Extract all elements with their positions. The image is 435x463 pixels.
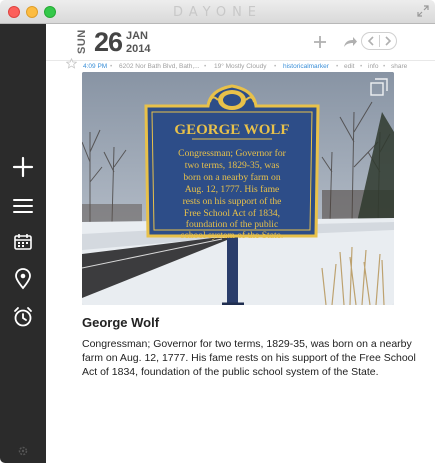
entry-body-text[interactable]: Congressman; Governor for two terms, 182… — [82, 337, 417, 379]
sign-line: Congressman; Governor for — [178, 148, 286, 159]
location-pin-icon — [15, 268, 31, 290]
sidebar — [0, 24, 46, 463]
day-of-week: SUN — [76, 29, 88, 54]
map-view-button[interactable] — [10, 266, 36, 292]
entry-weather: 19° Mostly Cloudy — [214, 63, 267, 70]
app-window: DAYONE SUN 26 JAN 2014 4:09 PM • 6202 No… — [0, 0, 435, 463]
fullscreen-icon[interactable] — [417, 5, 429, 17]
alarm-clock-icon — [14, 307, 32, 327]
expand-photo-icon[interactable] — [370, 78, 388, 96]
reminders-button[interactable] — [10, 304, 36, 330]
app-title: DAYONE — [172, 5, 263, 20]
list-view-button[interactable] — [10, 193, 36, 219]
sign-title: GEORGE WOLF — [174, 122, 289, 138]
date-header: SUN 26 JAN 2014 — [46, 24, 435, 61]
sign-line: born on a nearby farm on — [183, 172, 280, 183]
share-link[interactable]: share — [391, 63, 407, 70]
entry-location[interactable]: 6202 Nor Bath Blvd, Bath,... — [119, 63, 200, 70]
month: JAN — [126, 30, 149, 42]
gear-icon[interactable] — [17, 445, 29, 457]
previous-entry-icon[interactable] — [367, 36, 375, 46]
new-entry-button[interactable] — [10, 154, 36, 180]
plus-icon — [12, 156, 34, 178]
calendar-view-button[interactable] — [10, 229, 36, 255]
share-arrow-icon[interactable] — [342, 34, 358, 50]
sign-line: school system of the State. — [181, 230, 284, 241]
entry-tag[interactable]: historicalmarker — [283, 63, 329, 70]
sign-line: Aug. 12, 1777. His fame — [185, 184, 280, 195]
sign-line: foundation of the public — [186, 219, 278, 230]
sign-line: two terms, 1829-35, was — [185, 160, 280, 171]
entry-navigation — [361, 32, 397, 50]
year: 2014 — [126, 43, 151, 55]
add-icon[interactable] — [312, 34, 328, 50]
sign-line: rests on his support of the — [183, 196, 282, 207]
list-icon — [13, 199, 33, 213]
entry-title: George Wolf — [82, 315, 160, 330]
edit-link[interactable]: edit — [344, 63, 354, 70]
sign-line: Free School Act of 1834, — [184, 208, 280, 219]
calendar-icon — [14, 234, 32, 250]
historical-marker-photo: GEORGE WOLF Congressman; Governor for tw… — [82, 72, 394, 305]
entry-time[interactable]: 4:09 PM — [83, 63, 107, 70]
day-number: 26 — [94, 27, 123, 57]
entry-photo[interactable]: GEORGE WOLF Congressman; Governor for tw… — [82, 72, 394, 305]
title-bar: DAYONE — [0, 0, 435, 24]
info-link[interactable]: info — [368, 63, 378, 70]
next-entry-icon[interactable] — [384, 36, 392, 46]
entry-pane: SUN 26 JAN 2014 4:09 PM • 6202 Nor Bath … — [46, 24, 435, 463]
